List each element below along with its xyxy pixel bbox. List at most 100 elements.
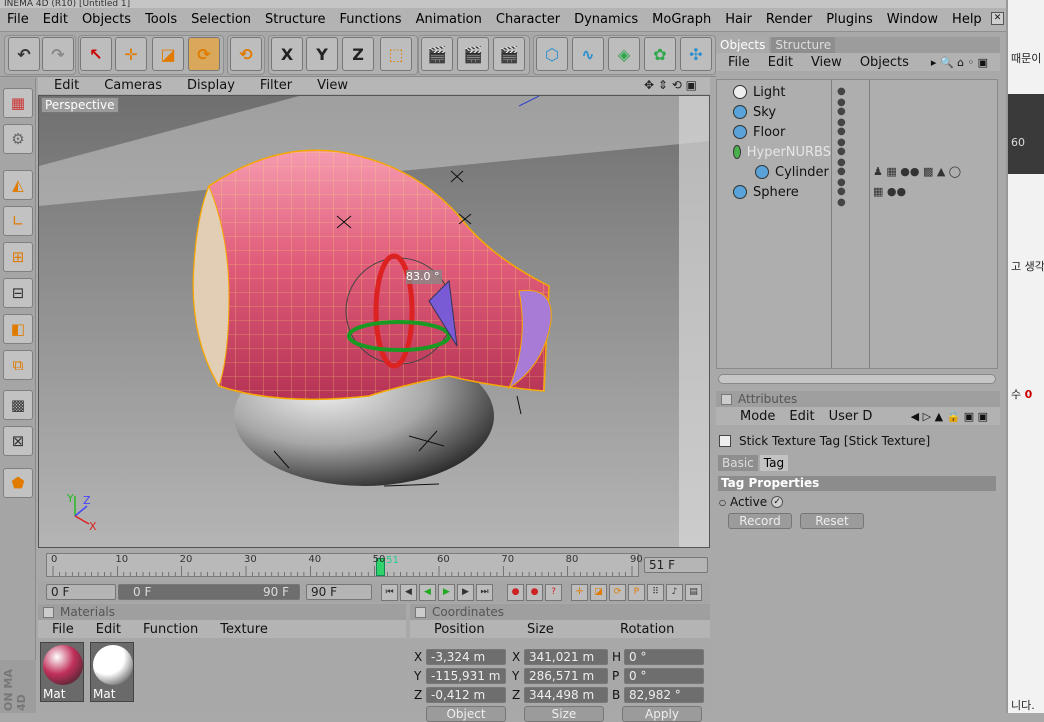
- attributes-menu-mode[interactable]: Mode: [716, 409, 781, 424]
- material-swatch[interactable]: Mat: [40, 642, 84, 702]
- current-frame-field[interactable]: 51 F: [644, 557, 708, 573]
- viewport-nav-icons[interactable]: ✥ ⇕ ⟲ ▣: [644, 78, 697, 92]
- key-rotation-icon[interactable]: ⟳: [609, 584, 626, 601]
- object-row-hypernurbs[interactable]: HyperNURBS: [723, 142, 831, 162]
- scale-icon[interactable]: ◪: [152, 37, 184, 71]
- menu-structure[interactable]: Structure: [258, 12, 332, 27]
- polygons-mode-icon[interactable]: ◧: [3, 314, 33, 344]
- coord-rot-field[interactable]: 0 °: [624, 649, 704, 665]
- active-checkbox[interactable]: ✓: [771, 496, 784, 508]
- record-button[interactable]: Record: [728, 513, 792, 529]
- objects-menu-file[interactable]: File: [716, 55, 756, 70]
- object-visibility-dots[interactable]: ● ●: [837, 106, 867, 128]
- layout-icon[interactable]: ▦: [3, 88, 33, 118]
- tab-tag[interactable]: Tag: [759, 455, 789, 471]
- tab-basic[interactable]: Basic: [718, 455, 758, 471]
- objects-menu-edit[interactable]: Edit: [756, 55, 799, 70]
- object-visibility-dots[interactable]: ● ●: [837, 126, 867, 148]
- menu-file[interactable]: File: [0, 12, 36, 27]
- viewport-menu-cameras[interactable]: Cameras: [88, 78, 171, 93]
- viewport-menu-edit[interactable]: Edit: [38, 78, 88, 93]
- menu-window[interactable]: Window: [880, 12, 945, 27]
- step-forward-icon[interactable]: ▶: [457, 584, 474, 601]
- menu-functions[interactable]: Functions: [333, 12, 409, 27]
- uv-mode-icon[interactable]: ⊠: [3, 426, 33, 456]
- objects-scrollbar[interactable]: [718, 374, 996, 384]
- coord-rot-field[interactable]: 82,982 °: [624, 687, 704, 703]
- key-position-icon[interactable]: ✛: [571, 584, 588, 601]
- play-icon[interactable]: ▶: [438, 584, 455, 601]
- live-selection-icon[interactable]: ↖: [80, 37, 112, 71]
- paint-icon[interactable]: ⬟: [3, 468, 33, 498]
- menu-tools[interactable]: Tools: [138, 12, 184, 27]
- coordinate-system-icon[interactable]: ⬚: [380, 37, 412, 71]
- materials-menu-function[interactable]: Function: [129, 622, 206, 637]
- menu-mograph[interactable]: MoGraph: [645, 12, 718, 27]
- object-row-floor[interactable]: Floor: [723, 122, 831, 142]
- undo-icon[interactable]: ↶: [8, 37, 40, 71]
- move-icon[interactable]: ✛: [115, 37, 147, 71]
- cube-icon[interactable]: ⬡: [536, 37, 568, 71]
- render-region-icon[interactable]: 🎬: [457, 37, 489, 71]
- object-visibility-dots[interactable]: ● ●: [837, 86, 867, 108]
- objects-menu-view[interactable]: View: [799, 55, 848, 70]
- play-reverse-icon[interactable]: ◀: [419, 584, 436, 601]
- timeline-settings-icon[interactable]: ▤: [685, 584, 702, 601]
- coord-apply-button[interactable]: Apply: [622, 706, 702, 722]
- goto-end-icon[interactable]: ⏭: [476, 584, 493, 601]
- step-back-icon[interactable]: ◀: [400, 584, 417, 601]
- menu-render[interactable]: Render: [759, 12, 819, 27]
- coord-size-field[interactable]: 344,498 m: [524, 687, 608, 703]
- attributes-menu-user-d[interactable]: User D: [821, 409, 879, 424]
- object-row-sky[interactable]: Sky: [723, 102, 831, 122]
- goto-start-icon[interactable]: ⏮: [381, 584, 398, 601]
- object-visibility-dots[interactable]: ● ●: [837, 166, 867, 188]
- material-swatch[interactable]: Mat: [90, 642, 134, 702]
- spline-icon[interactable]: ∿: [572, 37, 604, 71]
- end-frame-field[interactable]: 90 F: [306, 584, 372, 600]
- object-row-cylinder[interactable]: Cylinder: [723, 162, 831, 182]
- menu-edit[interactable]: Edit: [36, 12, 75, 27]
- attributes-menu-edit[interactable]: Edit: [781, 409, 820, 424]
- materials-menu-texture[interactable]: Texture: [206, 622, 276, 637]
- points-mode-icon[interactable]: ⊞: [3, 242, 33, 272]
- checker-icon[interactable]: ▩: [3, 390, 33, 420]
- range-slider[interactable]: 0 F 90 F: [118, 584, 300, 600]
- x-axis-button[interactable]: X: [271, 37, 303, 71]
- object-visibility-dots[interactable]: ● ●: [837, 146, 867, 168]
- tab-structure[interactable]: Structure: [771, 37, 836, 53]
- menu-help[interactable]: Help: [945, 12, 989, 27]
- coord-pos-field[interactable]: -0,412 m: [426, 687, 506, 703]
- object-row-sphere[interactable]: Sphere: [723, 182, 831, 202]
- coord-pos-field[interactable]: -3,324 m: [426, 649, 506, 665]
- attributes-nav-icons[interactable]: ◀ ▷ ▲ 🔒 ▣ ▣: [897, 410, 996, 423]
- objects-tool-icons[interactable]: ▸ 🔍 ⌂ ◦ ▣: [917, 56, 996, 69]
- coord-object-button[interactable]: Object: [426, 706, 506, 722]
- recent-tool-icon[interactable]: ⟲: [230, 37, 262, 71]
- key-scale-icon[interactable]: ◪: [590, 584, 607, 601]
- model-mode-icon[interactable]: ∟: [3, 206, 33, 236]
- menu-hair[interactable]: Hair: [718, 12, 759, 27]
- z-axis-button[interactable]: Z: [342, 37, 374, 71]
- coord-rot-field[interactable]: 0 °: [624, 668, 704, 684]
- viewport-menu-filter[interactable]: Filter: [244, 78, 301, 93]
- make-editable-icon[interactable]: ⚙: [3, 124, 33, 154]
- materials-menu-edit[interactable]: Edit: [82, 622, 129, 637]
- nurbs-icon[interactable]: ◈: [608, 37, 640, 71]
- menu-character[interactable]: Character: [489, 12, 567, 27]
- key-selection-icon[interactable]: ?: [545, 584, 562, 601]
- redo-icon[interactable]: ↷: [42, 37, 74, 71]
- edges-mode-icon[interactable]: ⊟: [3, 278, 33, 308]
- menu-objects[interactable]: Objects: [75, 12, 138, 27]
- timeline-ruler[interactable]: 51 0 10 20 30 40 50 60 70 80 90: [46, 553, 643, 577]
- render-view-icon[interactable]: 🎬: [421, 37, 453, 71]
- key-param-icon[interactable]: P: [628, 584, 645, 601]
- key-pla-icon[interactable]: ⠿: [647, 584, 664, 601]
- menu-selection[interactable]: Selection: [184, 12, 258, 27]
- render-settings-icon[interactable]: 🎬: [493, 37, 525, 71]
- objects-menu-objects[interactable]: Objects: [848, 55, 915, 70]
- coord-size-field[interactable]: 341,021 m: [524, 649, 608, 665]
- menu-animation[interactable]: Animation: [409, 12, 489, 27]
- coord-size-field[interactable]: 286,571 m: [524, 668, 608, 684]
- object-visibility-dots[interactable]: ● ●: [837, 186, 867, 208]
